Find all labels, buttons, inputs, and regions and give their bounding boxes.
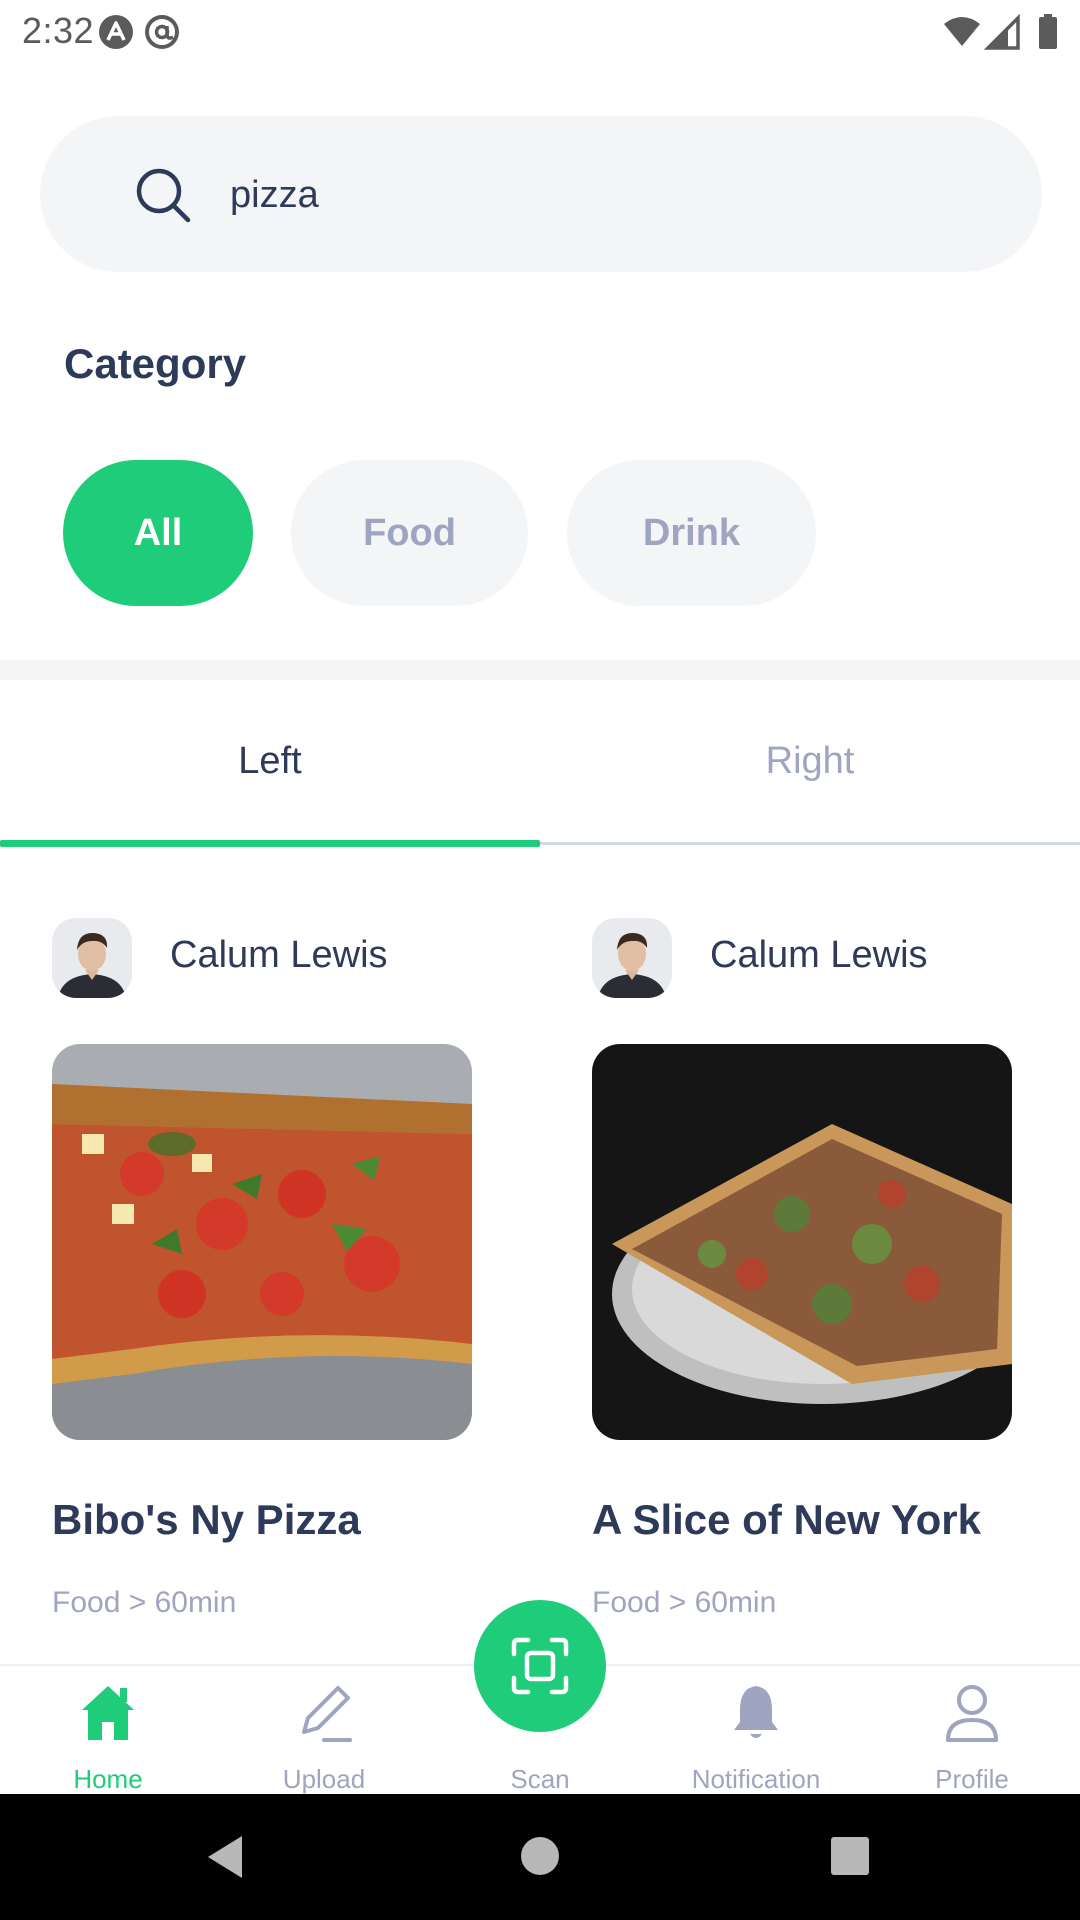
nav-label: Notification: [691, 1764, 821, 1794]
scan-button[interactable]: [474, 1600, 606, 1732]
search-bar[interactable]: [40, 116, 1042, 272]
chip-food[interactable]: Food: [291, 460, 528, 606]
avatar[interactable]: [592, 918, 672, 998]
nav-profile[interactable]: Profile: [864, 1666, 1080, 1796]
status-bar: 2:32: [0, 0, 1080, 64]
system-nav-bar: [0, 1794, 1080, 1920]
scan-icon: [511, 1637, 569, 1695]
tab-left[interactable]: Left: [0, 740, 540, 783]
nav-notification[interactable]: Notification: [648, 1666, 864, 1796]
nav-home[interactable]: Home: [0, 1666, 216, 1796]
avatar[interactable]: [52, 918, 132, 998]
recipe-title[interactable]: A Slice of New York: [592, 1496, 981, 1544]
recipe-meta: Food > 60min: [52, 1586, 237, 1619]
nav-label: Scan: [510, 1764, 570, 1794]
recipe-meta: Food > 60min: [592, 1586, 777, 1619]
bell-icon: [734, 1686, 778, 1738]
nav-label: Upload: [282, 1764, 366, 1794]
wifi-icon: [944, 17, 980, 46]
pencil-icon: [302, 1686, 352, 1742]
tab-right[interactable]: Right: [540, 740, 1080, 783]
app-a-icon: [99, 15, 133, 49]
user-icon: [946, 1685, 998, 1742]
search-icon: [136, 168, 191, 223]
recipe-photo[interactable]: [52, 1044, 472, 1440]
home-icon: [82, 1686, 134, 1740]
battery-icon: [1039, 14, 1057, 49]
search-input[interactable]: [230, 160, 990, 230]
nav-upload[interactable]: Upload: [216, 1666, 432, 1796]
recents-icon[interactable]: [830, 1836, 870, 1876]
recipe-photo[interactable]: [592, 1044, 1012, 1440]
category-title: Category: [64, 340, 247, 387]
section-divider: [0, 660, 1080, 680]
status-time: 2:32: [22, 10, 95, 51]
back-icon[interactable]: [204, 1834, 244, 1880]
tab-indicator: [0, 840, 540, 847]
chip-all[interactable]: All: [63, 460, 253, 606]
nav-label: Home: [73, 1764, 143, 1794]
recipe-title[interactable]: Bibo's Ny Pizza: [52, 1496, 361, 1544]
chip-drink[interactable]: Drink: [567, 460, 816, 606]
nav-label: Profile: [935, 1764, 1009, 1794]
author-name[interactable]: Calum Lewis: [710, 934, 928, 977]
home-circle-icon[interactable]: [520, 1836, 560, 1876]
cell-signal-icon: [984, 13, 1020, 50]
author-name[interactable]: Calum Lewis: [170, 934, 388, 977]
at-sign-icon: [145, 15, 179, 49]
